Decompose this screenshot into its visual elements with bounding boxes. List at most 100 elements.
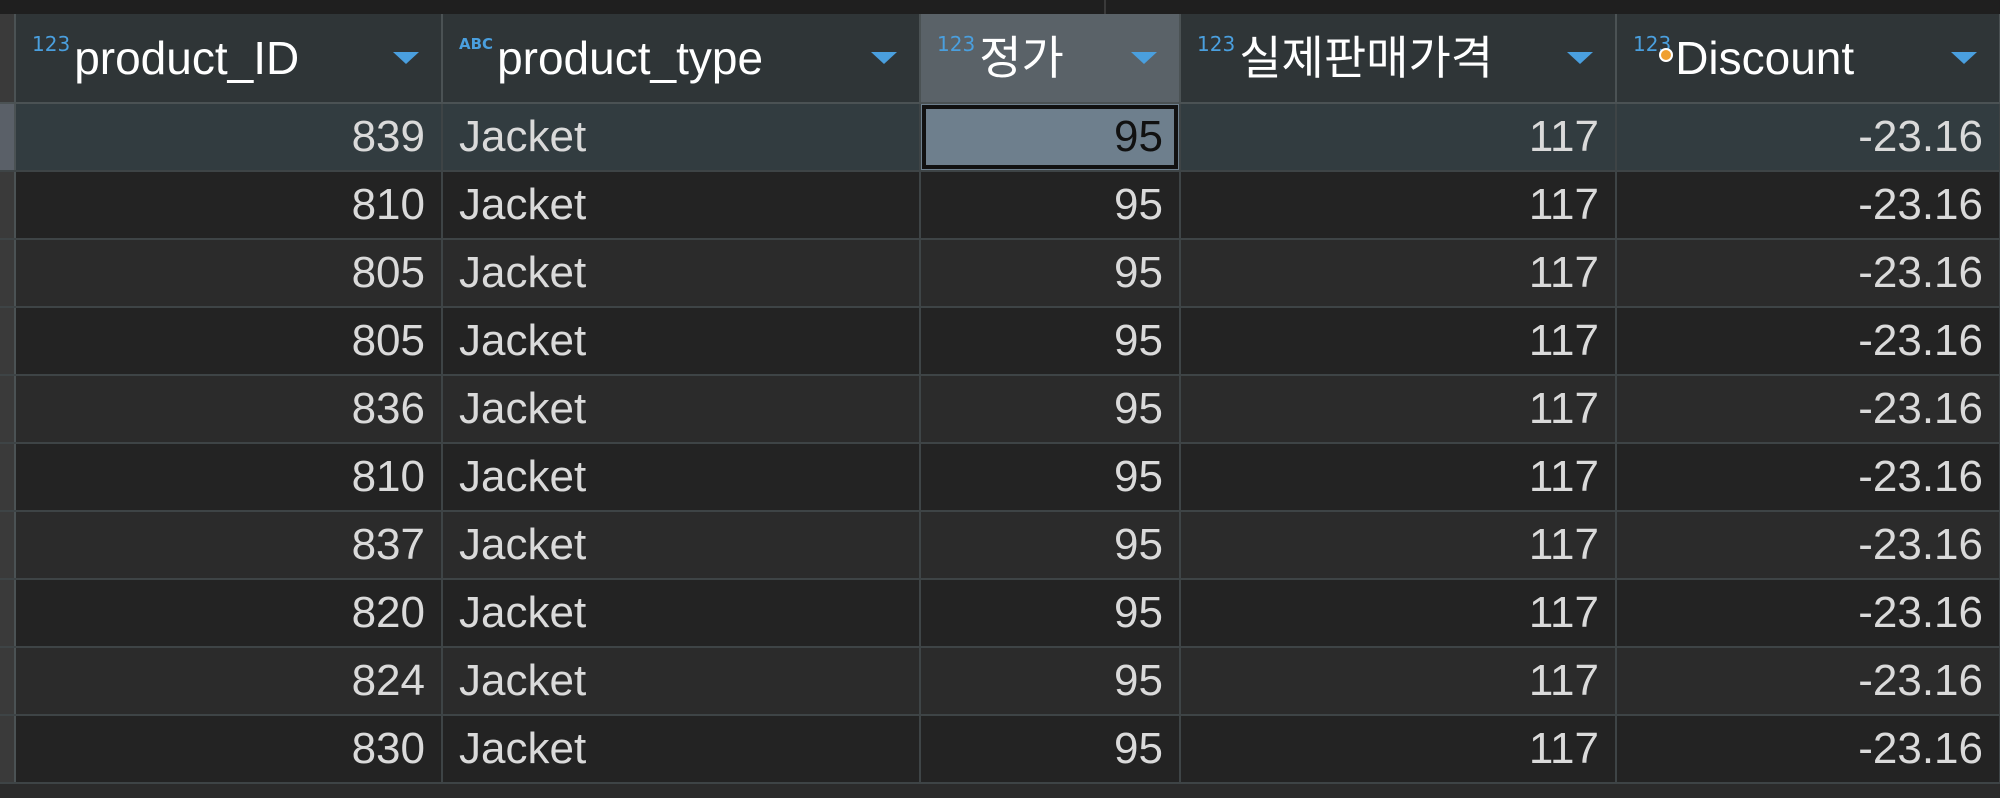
column-title: 실제판매가격 <box>1239 32 1494 84</box>
table-row[interactable]: 810 Jacket 95 117 -23.16 <box>0 443 2000 512</box>
table-row[interactable]: 837 Jacket 95 117 -23.16 <box>0 511 2000 580</box>
table-cell[interactable]: 117 <box>1180 511 1617 580</box>
table-cell[interactable]: 95 <box>920 443 1181 512</box>
table-cell[interactable]: 117 <box>1180 647 1617 716</box>
table-cell[interactable]: 805 <box>15 307 443 376</box>
table-cell[interactable]: 95 <box>920 307 1181 376</box>
numeric-type-icon: 123 <box>1197 32 1236 56</box>
table-cell[interactable]: 117 <box>1180 715 1617 784</box>
row-gutter[interactable] <box>0 647 16 716</box>
row-gutter-header[interactable] <box>0 14 16 104</box>
chevron-down-icon[interactable] <box>1131 52 1157 64</box>
table-cell[interactable]: 95 <box>920 715 1181 784</box>
table-cell[interactable]: Jacket <box>442 443 921 512</box>
table-cell[interactable]: 117 <box>1180 307 1617 376</box>
table-row[interactable]: 805 Jacket 95 117 -23.16 <box>0 239 2000 308</box>
table-cell[interactable]: 824 <box>15 647 443 716</box>
table-cell[interactable]: 830 <box>15 715 443 784</box>
table-cell[interactable]: 95 <box>920 511 1181 580</box>
table-cell[interactable]: 820 <box>15 579 443 648</box>
table-cell[interactable]: 837 <box>15 511 443 580</box>
row-gutter[interactable] <box>0 511 16 580</box>
table-body: 839 Jacket 95 117 -23.16 810 Jacket 95 117 -23.16… <box>0 103 2000 784</box>
table-cell[interactable]: Jacket <box>442 715 921 784</box>
table-cell[interactable]: Jacket <box>442 171 921 240</box>
column-header-content: ABC product_type <box>443 14 919 102</box>
table-cell[interactable]: 117 <box>1180 443 1617 512</box>
table-cell[interactable]: Jacket <box>442 307 921 376</box>
row-gutter[interactable] <box>0 579 16 648</box>
row-gutter[interactable] <box>0 443 16 512</box>
result-grid: 123 product_ID ABC product_type 123 정가 123 실제판매… <box>0 0 2000 798</box>
column-header-content: 123 product_ID <box>16 14 441 102</box>
row-gutter[interactable] <box>0 307 16 376</box>
table-cell[interactable]: 95 <box>920 375 1181 444</box>
column-title: product_ID <box>74 32 300 84</box>
column-header-3[interactable]: 123 실제판매가격 <box>1180 14 1617 104</box>
row-gutter[interactable] <box>0 239 16 308</box>
table-cell[interactable]: 839 <box>15 103 443 172</box>
row-gutter[interactable] <box>0 715 16 784</box>
column-header-content: 123 정가 <box>921 14 1179 102</box>
table-cell[interactable]: -23.16 <box>1616 171 2000 240</box>
top-strip-divider <box>1104 0 1106 14</box>
table-cell[interactable]: 810 <box>15 443 443 512</box>
table-cell[interactable]: 95 <box>920 647 1181 716</box>
table-cell[interactable]: -23.16 <box>1616 375 2000 444</box>
table-cell[interactable]: -23.16 <box>1616 103 2000 172</box>
table-cell[interactable]: 95 <box>920 239 1181 308</box>
column-title: Discount <box>1675 32 1855 84</box>
column-header-1[interactable]: ABC product_type <box>442 14 921 104</box>
column-title: product_type <box>497 32 764 84</box>
table-cell[interactable]: 117 <box>1180 579 1617 648</box>
chevron-down-icon[interactable] <box>1567 52 1593 64</box>
table-cell[interactable]: -23.16 <box>1616 307 2000 376</box>
table-cell[interactable]: 95 <box>920 103 1181 172</box>
table-row[interactable]: 839 Jacket 95 117 -23.16 <box>0 103 2000 172</box>
text-type-icon: ABC <box>459 35 494 53</box>
table-cell[interactable]: 117 <box>1180 239 1617 308</box>
table-header: 123 product_ID ABC product_type 123 정가 123 실제판매… <box>0 14 2000 104</box>
column-header-4[interactable]: 123 Discount <box>1616 14 2000 104</box>
column-header-2[interactable]: 123 정가 <box>920 14 1181 104</box>
chevron-down-icon[interactable] <box>871 52 897 64</box>
chevron-down-icon[interactable] <box>1951 52 1977 64</box>
table-cell[interactable]: 95 <box>920 579 1181 648</box>
data-table: 123 product_ID ABC product_type 123 정가 123 실제판매… <box>0 14 2000 784</box>
row-gutter[interactable] <box>0 103 16 172</box>
table-cell[interactable]: Jacket <box>442 375 921 444</box>
table-row[interactable]: 836 Jacket 95 117 -23.16 <box>0 375 2000 444</box>
table-cell[interactable]: Jacket <box>442 239 921 308</box>
modified-dot-icon <box>1659 48 1673 62</box>
row-gutter[interactable] <box>0 171 16 240</box>
table-cell[interactable]: 805 <box>15 239 443 308</box>
header-row: 123 product_ID ABC product_type 123 정가 123 실제판매… <box>0 14 2000 104</box>
table-row[interactable]: 824 Jacket 95 117 -23.16 <box>0 647 2000 716</box>
row-gutter[interactable] <box>0 375 16 444</box>
table-cell[interactable]: -23.16 <box>1616 579 2000 648</box>
grid-top-strip <box>0 0 2000 15</box>
table-row[interactable]: 805 Jacket 95 117 -23.16 <box>0 307 2000 376</box>
table-row[interactable]: 830 Jacket 95 117 -23.16 <box>0 715 2000 784</box>
table-cell[interactable]: -23.16 <box>1616 715 2000 784</box>
chevron-down-icon[interactable] <box>393 52 419 64</box>
table-cell[interactable]: -23.16 <box>1616 239 2000 308</box>
table-cell[interactable]: 117 <box>1180 375 1617 444</box>
table-cell[interactable]: 810 <box>15 171 443 240</box>
column-header-0[interactable]: 123 product_ID <box>15 14 443 104</box>
table-cell[interactable]: 836 <box>15 375 443 444</box>
table-row[interactable]: 810 Jacket 95 117 -23.16 <box>0 171 2000 240</box>
table-cell[interactable]: Jacket <box>442 579 921 648</box>
table-cell[interactable]: -23.16 <box>1616 647 2000 716</box>
table-cell[interactable]: 95 <box>920 171 1181 240</box>
table-cell[interactable]: Jacket <box>442 103 921 172</box>
table-cell[interactable]: 117 <box>1180 171 1617 240</box>
table-row[interactable]: 820 Jacket 95 117 -23.16 <box>0 579 2000 648</box>
table-cell[interactable]: Jacket <box>442 647 921 716</box>
column-header-content: 123 Discount <box>1617 14 1999 102</box>
table-cell[interactable]: -23.16 <box>1616 511 2000 580</box>
table-cell[interactable]: Jacket <box>442 511 921 580</box>
table-cell[interactable]: 117 <box>1180 103 1617 172</box>
table-cell[interactable]: -23.16 <box>1616 443 2000 512</box>
numeric-type-icon: 123 <box>32 32 71 56</box>
